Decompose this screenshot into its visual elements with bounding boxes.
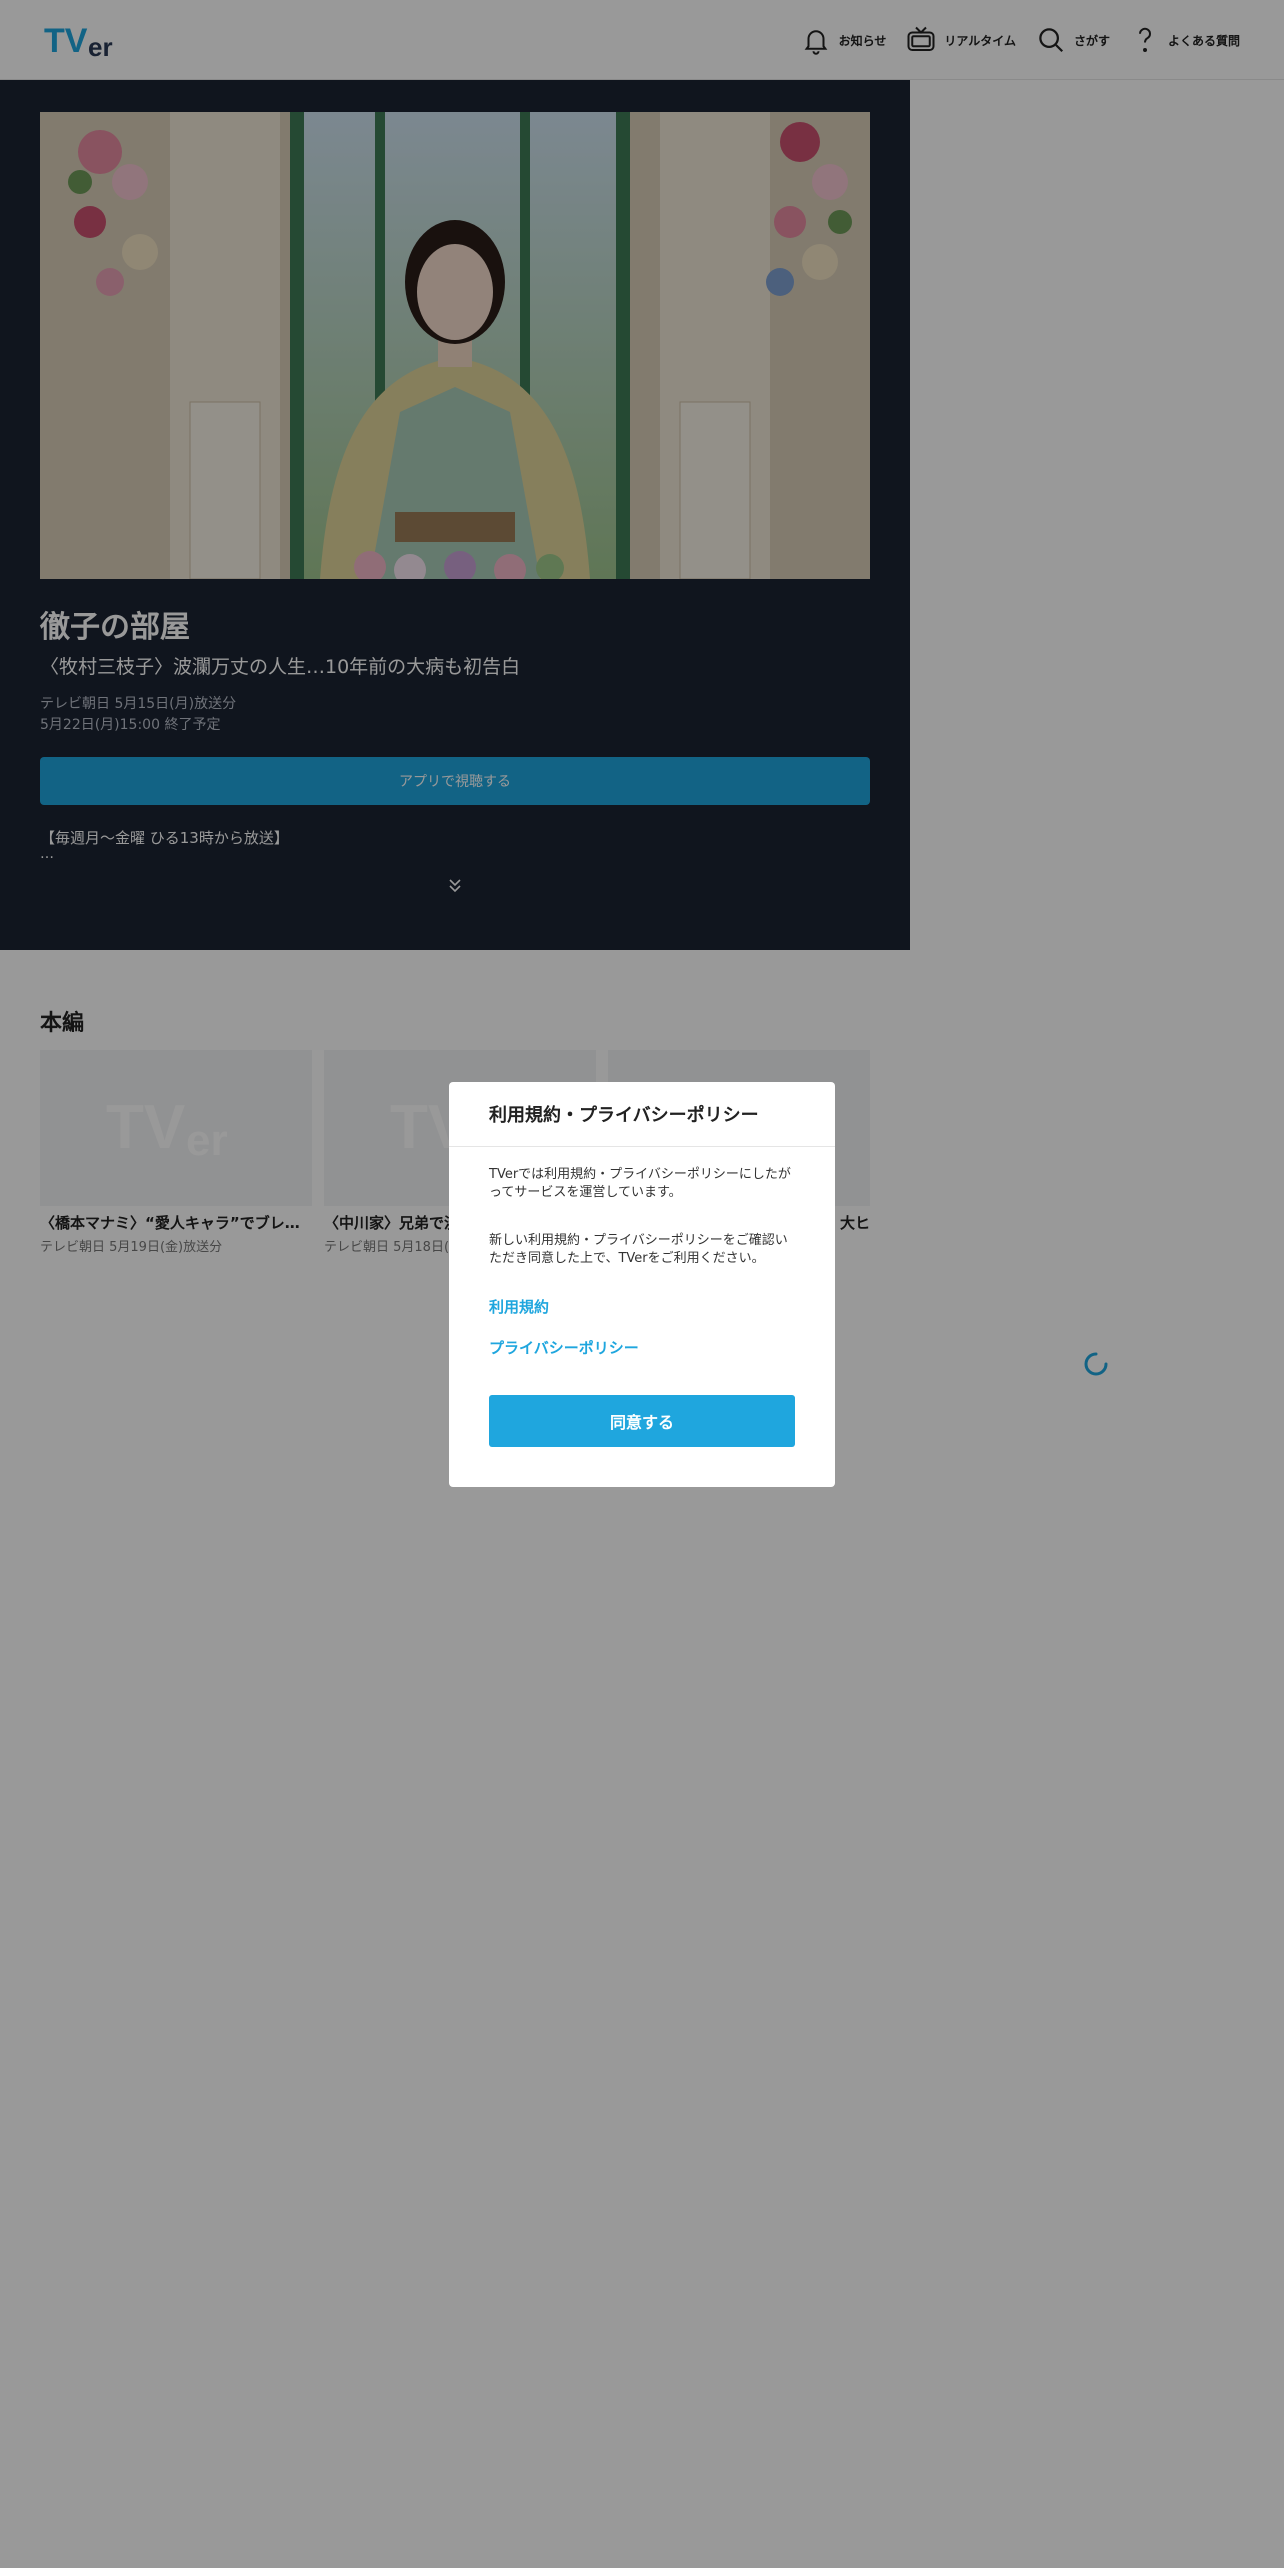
modal-body: TVerでは利用規約・プライバシーポリシーにしたがってサービスを運営しています。… — [449, 1147, 835, 1358]
modal-paragraph-1: TVerでは利用規約・プライバシーポリシーにしたがってサービスを運営しています。 — [489, 1167, 791, 1200]
terms-modal: 利用規約・プライバシーポリシー TVerでは利用規約・プライバシーポリシーにした… — [449, 1082, 835, 1487]
modal-title: 利用規約・プライバシーポリシー — [449, 1082, 835, 1147]
modal-paragraph-2: 新しい利用規約・プライバシーポリシーをご確認いただき同意した上で、TVerをご利… — [489, 1233, 788, 1266]
terms-link[interactable]: 利用規約 — [489, 1296, 795, 1317]
privacy-policy-link[interactable]: プライバシーポリシー — [489, 1337, 795, 1358]
agree-button[interactable]: 同意する — [489, 1395, 795, 1447]
